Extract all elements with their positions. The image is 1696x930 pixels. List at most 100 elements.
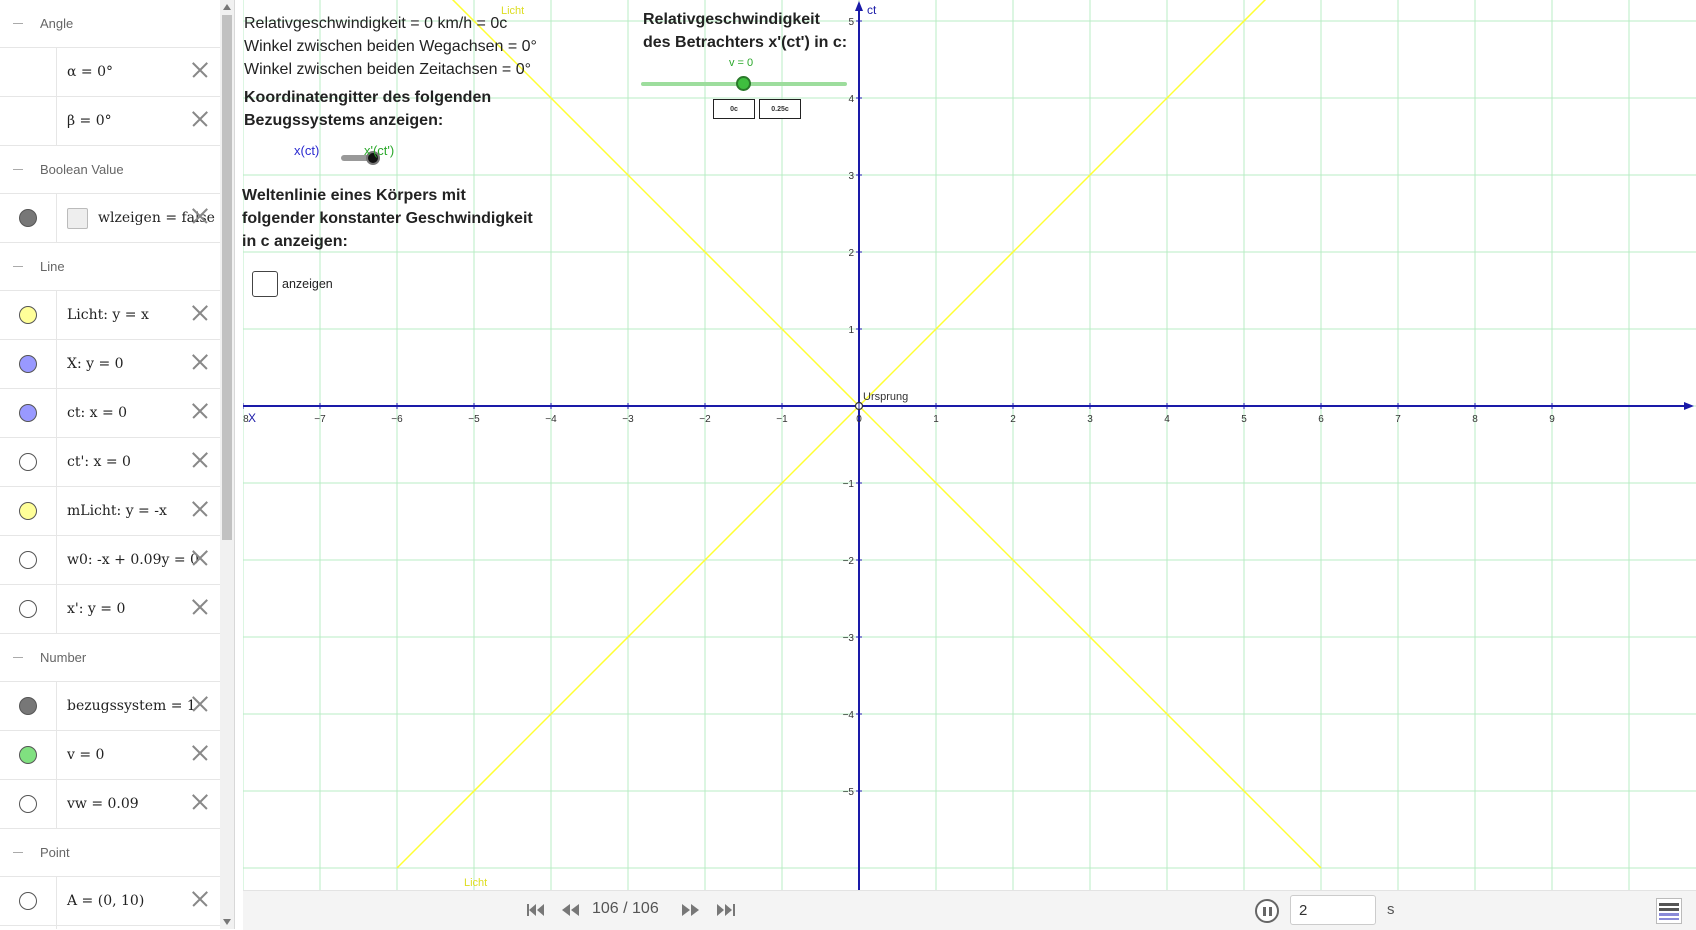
algebra-formula[interactable]: w0: -x + 0.09y = 0	[67, 552, 199, 568]
button-0c[interactable]: 0c	[713, 99, 755, 119]
collapse-minus-icon[interactable]	[11, 846, 25, 860]
delete-x-icon[interactable]	[192, 111, 208, 127]
visibility-marble-icon[interactable]	[19, 502, 37, 520]
algebra-item[interactable]: ct': x = 0	[0, 438, 220, 487]
step-back-icon[interactable]	[561, 902, 581, 918]
delete-x-icon[interactable]	[192, 745, 208, 761]
algebra-formula[interactable]: A = (0, 10)	[67, 893, 144, 909]
algebra-item[interactable]: bezugssystem = 1	[0, 682, 220, 731]
algebra-item[interactable]: wlzeigen = false	[0, 194, 220, 243]
marble-cell[interactable]	[0, 389, 57, 437]
visibility-marble-icon[interactable]	[19, 551, 37, 569]
marble-cell[interactable]	[0, 780, 57, 828]
marble-cell[interactable]	[0, 487, 57, 535]
algebra-formula[interactable]: v = 0	[67, 747, 104, 763]
marble-cell[interactable]	[0, 682, 57, 730]
visibility-marble-icon[interactable]	[19, 355, 37, 373]
algebra-category-header[interactable]: Angle	[0, 0, 220, 48]
marble-cell[interactable]	[0, 291, 57, 339]
marble-cell[interactable]	[0, 97, 57, 145]
visibility-marble-icon[interactable]	[19, 306, 37, 324]
show-worldline-checkbox[interactable]	[252, 271, 278, 297]
scroll-thumb[interactable]	[222, 15, 232, 540]
skip-to-end-icon[interactable]	[716, 902, 736, 918]
delete-x-icon[interactable]	[192, 550, 208, 566]
algebra-item[interactable]: β = 0°	[0, 97, 220, 146]
algebra-item[interactable]: A = (0, 10)	[0, 877, 220, 926]
algebra-formula[interactable]: ct': x = 0	[67, 454, 131, 470]
delete-x-icon[interactable]	[192, 599, 208, 615]
button-0-25c[interactable]: 0.25c	[759, 99, 801, 119]
marble-cell[interactable]	[0, 48, 57, 96]
delete-x-icon[interactable]	[192, 354, 208, 370]
algebra-category-header[interactable]: Boolean Value	[0, 146, 220, 194]
delete-x-icon[interactable]	[192, 452, 208, 468]
algebra-view: Angle α = 0° β = 0° Boolean Value wlzeigen =…	[0, 0, 221, 929]
algebra-category-header[interactable]: Number	[0, 634, 220, 682]
marble-cell[interactable]	[0, 585, 57, 633]
algebra-scrollbar[interactable]	[220, 0, 235, 929]
marble-cell[interactable]	[0, 438, 57, 486]
visibility-marble-icon[interactable]	[19, 697, 37, 715]
info-relative-speed: Relativgeschwindigkeit = 0 km/h = 0c	[244, 15, 508, 32]
algebra-item[interactable]: ct: x = 0	[0, 389, 220, 438]
marble-cell[interactable]	[0, 731, 57, 779]
coordinate-plane[interactable]: −8−7−6−5−4−3−2−1012345678954321−1−2−3−4−…	[243, 0, 1696, 890]
delete-x-icon[interactable]	[192, 794, 208, 810]
algebra-category-label: Angle	[40, 16, 74, 31]
collapse-minus-icon[interactable]	[11, 651, 25, 665]
delete-x-icon[interactable]	[192, 403, 208, 419]
algebra-formula[interactable]: α = 0°	[67, 64, 113, 80]
algebra-item[interactable]: Licht: y = x	[0, 291, 220, 340]
x-tick-label: 1	[933, 414, 939, 425]
algebra-formula[interactable]: vw = 0.09	[67, 796, 139, 812]
boolean-checkbox[interactable]	[67, 207, 88, 229]
delete-x-icon[interactable]	[192, 696, 208, 712]
marble-cell[interactable]	[0, 536, 57, 584]
scroll-down-arrow-icon[interactable]	[223, 919, 231, 925]
visibility-marble-icon[interactable]	[19, 600, 37, 618]
speed-input[interactable]	[1290, 895, 1376, 925]
graphics-view[interactable]: −8−7−6−5−4−3−2−1012345678954321−1−2−3−4−…	[242, 0, 1696, 929]
grid-heading-line2: Bezugssystems anzeigen:	[244, 112, 444, 129]
visibility-marble-icon[interactable]	[19, 404, 37, 422]
scroll-up-arrow-icon[interactable]	[223, 4, 231, 10]
table-of-values-icon[interactable]	[1656, 898, 1682, 924]
algebra-item[interactable]: α = 0°	[0, 48, 220, 97]
velocity-slider-knob[interactable]	[736, 76, 751, 91]
collapse-minus-icon[interactable]	[11, 260, 25, 274]
algebra-formula[interactable]: Licht: y = x	[67, 307, 149, 323]
visibility-marble-icon[interactable]	[19, 453, 37, 471]
algebra-item[interactable]: v = 0	[0, 731, 220, 780]
algebra-formula[interactable]: ct: x = 0	[67, 405, 127, 421]
algebra-category-header[interactable]: Line	[0, 243, 220, 291]
delete-x-icon[interactable]	[192, 62, 208, 78]
collapse-minus-icon[interactable]	[11, 163, 25, 177]
marble-cell[interactable]	[0, 877, 57, 925]
collapse-minus-icon[interactable]	[11, 17, 25, 31]
algebra-item[interactable]: vw = 0.09	[0, 780, 220, 829]
algebra-item[interactable]: mLicht: y = -x	[0, 487, 220, 536]
pause-icon[interactable]	[1255, 899, 1279, 923]
delete-x-icon[interactable]	[192, 208, 208, 224]
delete-x-icon[interactable]	[192, 891, 208, 907]
visibility-marble-icon[interactable]	[19, 209, 37, 227]
algebra-formula[interactable]: X: y = 0	[67, 356, 124, 372]
visibility-marble-icon[interactable]	[19, 892, 37, 910]
algebra-item[interactable]: w0: -x + 0.09y = 0	[0, 536, 220, 585]
step-forward-icon[interactable]	[681, 902, 701, 918]
algebra-formula[interactable]: β = 0°	[67, 113, 112, 129]
visibility-marble-icon[interactable]	[19, 746, 37, 764]
delete-x-icon[interactable]	[192, 501, 208, 517]
algebra-formula[interactable]: x': y = 0	[67, 601, 125, 617]
algebra-formula[interactable]: bezugssystem = 1	[67, 698, 196, 714]
algebra-formula[interactable]: mLicht: y = -x	[67, 503, 167, 519]
marble-cell[interactable]	[0, 340, 57, 388]
algebra-category-header[interactable]: Point	[0, 829, 220, 877]
skip-to-start-icon[interactable]	[526, 902, 546, 918]
algebra-item[interactable]: X: y = 0	[0, 340, 220, 389]
marble-cell[interactable]	[0, 194, 57, 242]
visibility-marble-icon[interactable]	[19, 795, 37, 813]
algebra-item[interactable]: x': y = 0	[0, 585, 220, 634]
delete-x-icon[interactable]	[192, 305, 208, 321]
